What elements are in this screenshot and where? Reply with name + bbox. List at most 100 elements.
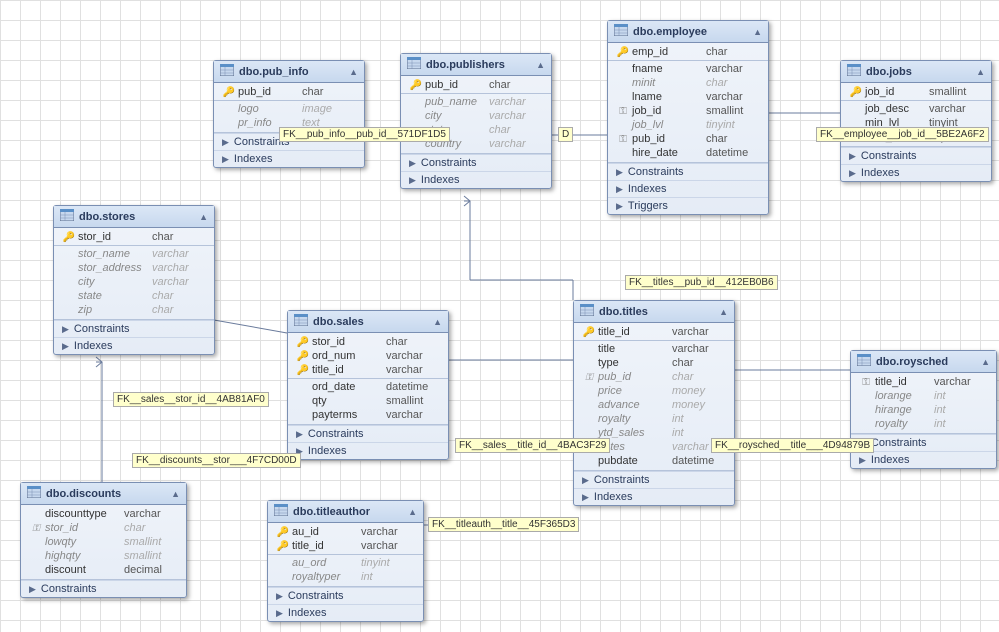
section-indexes[interactable]: ▶Indexes (608, 180, 768, 197)
column-state[interactable]: statechar (54, 289, 214, 303)
section-indexes[interactable]: ▶Indexes (401, 171, 551, 188)
collapse-icon[interactable]: ▲ (719, 307, 728, 317)
column-au_id[interactable]: 🔑au_idvarchar (268, 525, 423, 539)
section-indexes[interactable]: ▶Indexes (214, 150, 364, 167)
collapse-icon[interactable]: ▲ (981, 357, 990, 367)
table-header[interactable]: dbo.stores▲ (54, 206, 214, 228)
table-header[interactable]: dbo.sales▲ (288, 311, 448, 333)
table-jobs[interactable]: dbo.jobs▲🔑job_idsmallintjob_descvarcharm… (840, 60, 992, 182)
column-pub_id[interactable]: 🔑pub_idchar (401, 78, 551, 92)
column-pub_id[interactable]: ⚿pub_idchar (574, 370, 734, 384)
table-titles[interactable]: dbo.titles▲ 🔑title_idvarchar titlevarchart… (573, 300, 735, 506)
column-fname[interactable]: fnamevarchar (608, 62, 768, 76)
column-royaltyper[interactable]: royaltyperint (268, 570, 423, 584)
section-indexes[interactable]: ▶Indexes (268, 604, 423, 621)
column-logo[interactable]: logoimage (214, 102, 364, 116)
column-stor_address[interactable]: stor_addressvarchar (54, 261, 214, 275)
column-payterms[interactable]: paytermsvarchar (288, 408, 448, 422)
section-constraints[interactable]: ▶Constraints (574, 471, 734, 488)
table-header[interactable]: dbo.jobs▲ (841, 61, 991, 83)
table-sales[interactable]: dbo.sales▲ 🔑stor_idchar🔑ord_numvarchar🔑ti… (287, 310, 449, 460)
collapse-icon[interactable]: ▲ (349, 67, 358, 77)
column-title_id[interactable]: 🔑title_idvarchar (268, 539, 423, 553)
table-header[interactable]: dbo.titles▲ (574, 301, 734, 323)
column-pub_id[interactable]: ⚿pub_idchar (608, 132, 768, 146)
column-emp_id[interactable]: 🔑emp_idchar (608, 45, 768, 59)
table-header[interactable]: dbo.titleauthor▲ (268, 501, 423, 523)
collapse-icon[interactable]: ▲ (536, 60, 545, 70)
column-au_ord[interactable]: au_ordtinyint (268, 556, 423, 570)
fk-label[interactable]: FK__sales__stor_id__4AB81AF0 (113, 392, 269, 407)
column-ord_num[interactable]: 🔑ord_numvarchar (288, 349, 448, 363)
table-discounts[interactable]: dbo.discounts▲ discounttypevarchar⚿stor_i… (20, 482, 187, 598)
section-constraints[interactable]: ▶Constraints (401, 154, 551, 171)
column-ord_date[interactable]: ord_datedatetime (288, 380, 448, 394)
column-price[interactable]: pricemoney (574, 384, 734, 398)
column-discounttype[interactable]: discounttypevarchar (21, 507, 186, 521)
column-pub_id[interactable]: 🔑pub_idchar (214, 85, 364, 99)
column-type[interactable]: typechar (574, 356, 734, 370)
column-minit[interactable]: minitchar (608, 76, 768, 90)
collapse-icon[interactable]: ▲ (408, 507, 417, 517)
section-constraints[interactable]: ▶Constraints (608, 163, 768, 180)
column-title_id[interactable]: 🔑title_idvarchar (288, 363, 448, 377)
collapse-icon[interactable]: ▲ (976, 67, 985, 77)
column-royalty[interactable]: royaltyint (851, 417, 996, 431)
section-constraints[interactable]: ▶Constraints (288, 425, 448, 442)
fk-label[interactable]: FK__discounts__stor___4F7CD00D (132, 453, 301, 468)
column-city[interactable]: cityvarchar (54, 275, 214, 289)
column-title[interactable]: titlevarchar (574, 342, 734, 356)
column-zip[interactable]: zipchar (54, 303, 214, 317)
table-header[interactable]: dbo.employee▲ (608, 21, 768, 43)
collapse-icon[interactable]: ▲ (171, 489, 180, 499)
column-job_id[interactable]: 🔑job_idsmallint (841, 85, 991, 99)
column-highqty[interactable]: highqtysmallint (21, 549, 186, 563)
section-indexes[interactable]: ▶Indexes (851, 451, 996, 468)
column-advance[interactable]: advancemoney (574, 398, 734, 412)
column-lowqty[interactable]: lowqtysmallint (21, 535, 186, 549)
column-title_id[interactable]: 🔑title_idvarchar (574, 325, 734, 339)
table-header[interactable]: dbo.pub_info▲ (214, 61, 364, 83)
table-header[interactable]: dbo.publishers▲ (401, 54, 551, 76)
fk-label[interactable]: D (558, 127, 573, 142)
column-stor_id[interactable]: 🔑stor_idchar (288, 335, 448, 349)
column-city[interactable]: cityvarchar (401, 109, 551, 123)
column-pubdate[interactable]: pubdatedatetime (574, 454, 734, 468)
section-indexes[interactable]: ▶Indexes (54, 337, 214, 354)
fk-label[interactable]: FK__employee__job_id__5BE2A6F2 (816, 127, 989, 142)
collapse-icon[interactable]: ▲ (753, 27, 762, 37)
column-hirange[interactable]: hirangeint (851, 403, 996, 417)
section-indexes[interactable]: ▶Indexes (574, 488, 734, 505)
table-employee[interactable]: dbo.employee▲ 🔑emp_idchar fnamevarcharmini… (607, 20, 769, 215)
column-qty[interactable]: qtysmallint (288, 394, 448, 408)
fk-label[interactable]: FK__titleauth__title__45F365D3 (428, 517, 579, 532)
section-constraints[interactable]: ▶Constraints (21, 580, 186, 597)
section-indexes[interactable]: ▶Indexes (288, 442, 448, 459)
column-job_id[interactable]: ⚿job_idsmallint (608, 104, 768, 118)
table-header[interactable]: dbo.roysched▲ (851, 351, 996, 373)
fk-label[interactable]: FK__roysched__title___4D94879B (711, 438, 874, 453)
section-constraints[interactable]: ▶Constraints (54, 320, 214, 337)
fk-label[interactable]: FK__titles__pub_id__412EB0B6 (625, 275, 778, 290)
table-publishers[interactable]: dbo.publishers▲ 🔑pub_idchar pub_namevarcha… (400, 53, 552, 189)
table-header[interactable]: dbo.discounts▲ (21, 483, 186, 505)
column-hire_date[interactable]: hire_datedatetime (608, 146, 768, 160)
table-titleauthor[interactable]: dbo.titleauthor▲ 🔑au_idvarchar🔑title_idva… (267, 500, 424, 622)
column-stor_name[interactable]: stor_namevarchar (54, 247, 214, 261)
column-discount[interactable]: discountdecimal (21, 563, 186, 577)
section-triggers[interactable]: ▶Triggers (608, 197, 768, 214)
column-job_lvl[interactable]: job_lvltinyint (608, 118, 768, 132)
collapse-icon[interactable]: ▲ (433, 317, 442, 327)
column-stor_id[interactable]: 🔑stor_idchar (54, 230, 214, 244)
column-title_id[interactable]: ⚿title_idvarchar (851, 375, 996, 389)
section-constraints[interactable]: ▶Constraints (268, 587, 423, 604)
table-pub_info[interactable]: dbo.pub_info▲🔑pub_idcharlogoimagepr_info… (213, 60, 365, 168)
fk-label[interactable]: FK__sales__title_id__4BAC3F29 (455, 438, 610, 453)
column-lorange[interactable]: lorangeint (851, 389, 996, 403)
column-stor_id[interactable]: ⚿stor_idchar (21, 521, 186, 535)
section-indexes[interactable]: ▶Indexes (841, 164, 991, 181)
collapse-icon[interactable]: ▲ (199, 212, 208, 222)
column-royalty[interactable]: royaltyint (574, 412, 734, 426)
table-stores[interactable]: dbo.stores▲🔑stor_idcharstor_namevarchars… (53, 205, 215, 355)
column-pub_name[interactable]: pub_namevarchar (401, 95, 551, 109)
